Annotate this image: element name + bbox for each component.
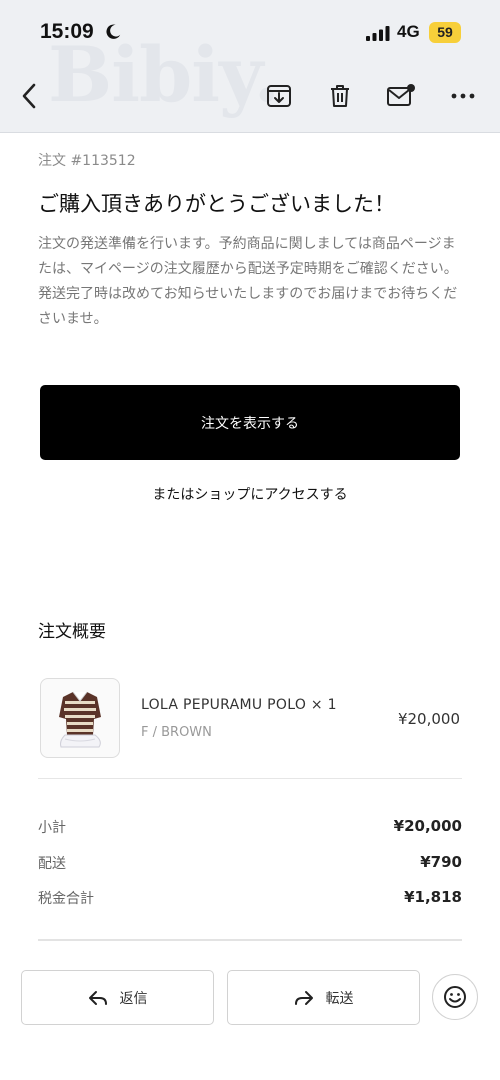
network-type: 4G (397, 22, 420, 41)
email-message: 注文の発送準備を行います。予約商品に関しましては商品ページまたは、マイページの注… (38, 236, 458, 327)
delete-button[interactable] (325, 81, 355, 111)
product-price: ¥20,000 (397, 710, 460, 728)
email-content: 注文 #113512 ご購入頂きありがとうございました！ 注文の発送準備を行いま… (38, 150, 462, 332)
trash-icon (331, 85, 349, 107)
subtotal-row: 小計 ¥20,000 (38, 817, 462, 837)
emoji-reaction-button[interactable] (432, 974, 478, 1020)
divider (38, 939, 462, 941)
back-button[interactable] (14, 81, 44, 111)
mark-unread-button[interactable] (386, 81, 416, 111)
smiley-icon (444, 986, 466, 1008)
moon-icon (106, 24, 121, 39)
archive-button[interactable] (264, 81, 294, 111)
tax-label: 税金合計 (38, 891, 94, 907)
reply-label: 返信 (119, 990, 148, 1007)
mail-unread-icon (387, 84, 415, 106)
chevron-left-icon (22, 83, 36, 109)
shipping-value: ¥790 (420, 853, 462, 871)
product-image (40, 678, 120, 758)
forward-icon (294, 990, 313, 1005)
signal-icon (366, 26, 390, 41)
reply-button[interactable]: 返信 (21, 970, 214, 1025)
status-time: 15:09 (40, 20, 94, 43)
subtotal-label: 小計 (38, 820, 66, 836)
forward-label: 転送 (325, 990, 354, 1007)
subtotal-value: ¥20,000 (393, 817, 462, 835)
top-bar: Bibiy. 15:09 4G 59 (0, 0, 500, 133)
tax-row: 税金合計 ¥1,818 (38, 888, 462, 908)
product-name: LOLA PEPURAMU POLO × 1 (141, 697, 337, 713)
archive-download-icon (267, 85, 291, 107)
order-summary-title: 注文概要 (38, 622, 106, 642)
shipping-label: 配送 (38, 856, 66, 872)
divider (38, 778, 462, 779)
battery-indicator: 59 (429, 22, 461, 43)
email-title: ご購入頂きありがとうございました！ (38, 192, 395, 216)
more-button[interactable] (448, 81, 478, 111)
more-horizontal-icon (451, 93, 475, 99)
view-order-button[interactable]: 注文を表示する (40, 385, 460, 460)
reply-icon (88, 990, 107, 1005)
shipping-row: 配送 ¥790 (38, 853, 462, 873)
forward-button[interactable]: 転送 (227, 970, 420, 1025)
order-number: 注文 #113512 (38, 153, 136, 169)
visit-shop-link[interactable]: またはショップにアクセスする (40, 484, 460, 504)
product-variant: F / BROWN (141, 725, 212, 740)
tax-value: ¥1,818 (404, 888, 462, 906)
